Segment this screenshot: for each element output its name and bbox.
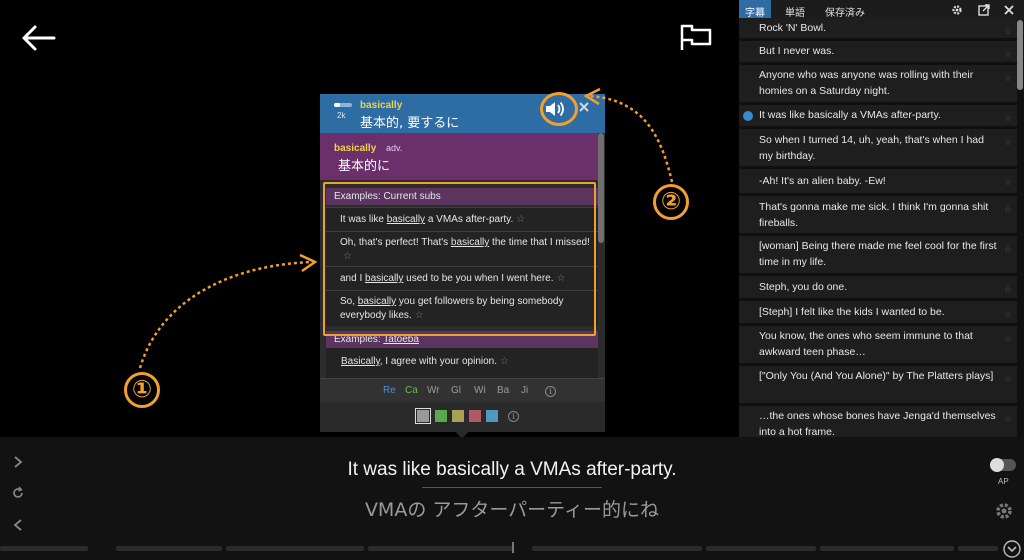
subtitle-row[interactable]: -Ah! It's an alien baby. -Ew! ☆ [739,169,1017,193]
star-icon[interactable]: ☆ [1004,371,1012,387]
close-icon[interactable] [1003,4,1015,16]
autopause-label: AP [998,477,1009,486]
timeline-segment[interactable] [706,546,816,551]
star-icon[interactable]: ☆ [1004,411,1012,427]
subtitle-divider [422,487,602,488]
subtitle-row[interactable]: You know, the ones who seem immune to th… [739,326,1017,363]
current-line-icon [743,111,753,121]
star-icon[interactable]: ☆ [1004,174,1012,190]
subtitle-bar: It was like basically a VMAs after-party… [0,437,1024,560]
autopause-toggle[interactable] [990,458,1016,472]
annotation-number-one: ① [124,372,160,408]
sidebar-scrollbar[interactable] [1017,20,1023,90]
tab-subtitles[interactable]: 字幕 [739,0,771,20]
star-icon[interactable]: ☆ [1004,331,1012,347]
star-icon[interactable]: ☆ [1004,281,1012,297]
star-icon[interactable]: ☆ [1004,134,1012,150]
playhead[interactable] [512,542,514,553]
tab-words[interactable]: 単語 [779,0,811,20]
star-icon[interactable]: ☆ [1004,110,1012,126]
settings-gear-icon[interactable] [994,501,1014,521]
subtitle-row[interactable]: …the ones whose bones have Jenga'd thems… [739,406,1017,437]
subtitle-row[interactable]: Steph, you do one. ☆ [739,276,1017,298]
timeline-segment[interactable] [532,546,702,551]
timeline-segment[interactable] [116,546,222,551]
sidebar-tabs: 字幕 単語 保存済み [739,0,1024,20]
subtitle-row[interactable]: [woman] Being there made me feel cool fo… [739,236,1017,273]
timeline-segment[interactable] [0,546,88,551]
timeline-segment[interactable] [368,546,514,551]
subtitle-sidebar: 字幕 単語 保存済み Rock 'N' Bowl. ☆ But I never w… [739,0,1024,437]
subtitle-row[interactable]: ["Only You (And You Alone)" by The Platt… [739,366,1017,403]
timeline-segment[interactable] [958,546,998,551]
star-icon[interactable]: ☆ [1004,70,1012,86]
star-icon[interactable]: ☆ [1004,306,1012,322]
timeline-segment[interactable] [820,546,954,551]
subtitle-row[interactable]: But I never was. ☆ [739,41,1017,62]
chevron-down-circle-icon[interactable] [1003,540,1021,558]
export-icon[interactable] [978,4,990,16]
star-icon[interactable]: ☆ [1004,201,1012,217]
subtitle-japanese[interactable]: VMAの アフターパーティー的にね [0,495,1024,522]
timeline-segment[interactable] [226,546,364,551]
star-icon[interactable]: ☆ [1004,23,1012,39]
subtitle-english[interactable]: It was like basically a VMAs after-party… [0,459,1024,481]
subtitle-row-current[interactable]: It was like basically a VMAs after-party… [739,105,1017,126]
subtitle-row[interactable]: So when I turned 14, uh, yeah, that's wh… [739,129,1017,166]
subtitle-row[interactable]: That's gonna make me sick. I think I'm g… [739,196,1017,233]
gear-icon[interactable] [951,4,963,16]
annotation-number-two: ② [653,184,689,220]
subtitle-row[interactable]: Anyone who was anyone was rolling with t… [739,65,1017,102]
star-icon[interactable]: ☆ [1004,46,1012,62]
tab-saved[interactable]: 保存済み [819,0,871,20]
star-icon[interactable]: ☆ [1004,241,1012,257]
subtitle-row[interactable]: [Steph] I felt like the kids I wanted to… [739,301,1017,323]
subtitle-row[interactable]: Rock 'N' Bowl. ☆ [739,18,1017,38]
